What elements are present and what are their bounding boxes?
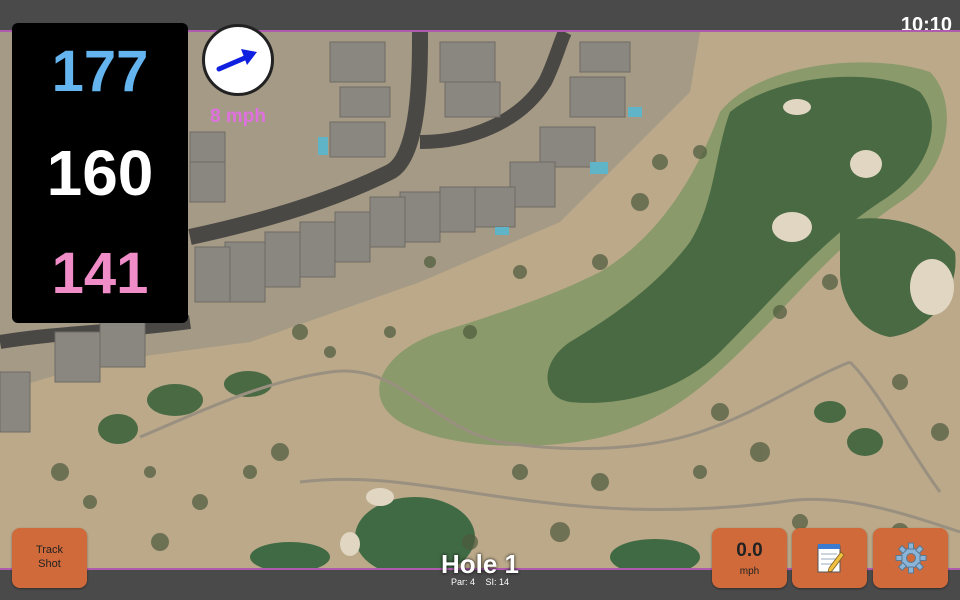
track-shot-label-line2: Shot <box>38 558 61 570</box>
notes-button[interactable] <box>792 528 867 588</box>
back-distance: 177 <box>51 39 149 104</box>
hole-stroke-index: SI: 14 <box>485 577 510 587</box>
settings-button[interactable] <box>873 528 948 588</box>
speed-value: 0.0 <box>736 539 763 561</box>
speed-button[interactable]: 0.0 mph <box>712 528 787 588</box>
middle-distance: 160 <box>46 137 154 209</box>
speed-unit: mph <box>739 565 760 577</box>
track-shot-button[interactable]: Track Shot <box>12 528 87 588</box>
wind-indicator <box>202 24 274 96</box>
gear-icon <box>895 542 926 574</box>
distance-panel: 177 160 141 <box>12 23 188 323</box>
notepad-icon <box>817 544 845 573</box>
front-distance: 141 <box>51 241 149 306</box>
hole-title: Hole 1 <box>440 549 520 579</box>
wind-arrow-icon <box>216 49 257 72</box>
track-shot-label-line1: Track <box>35 544 64 557</box>
wind-speed: 8 mph <box>210 106 266 127</box>
hole-par: Par: 4 <box>450 577 475 587</box>
hole-details: Par: 4 SI: 14 <box>380 577 580 587</box>
